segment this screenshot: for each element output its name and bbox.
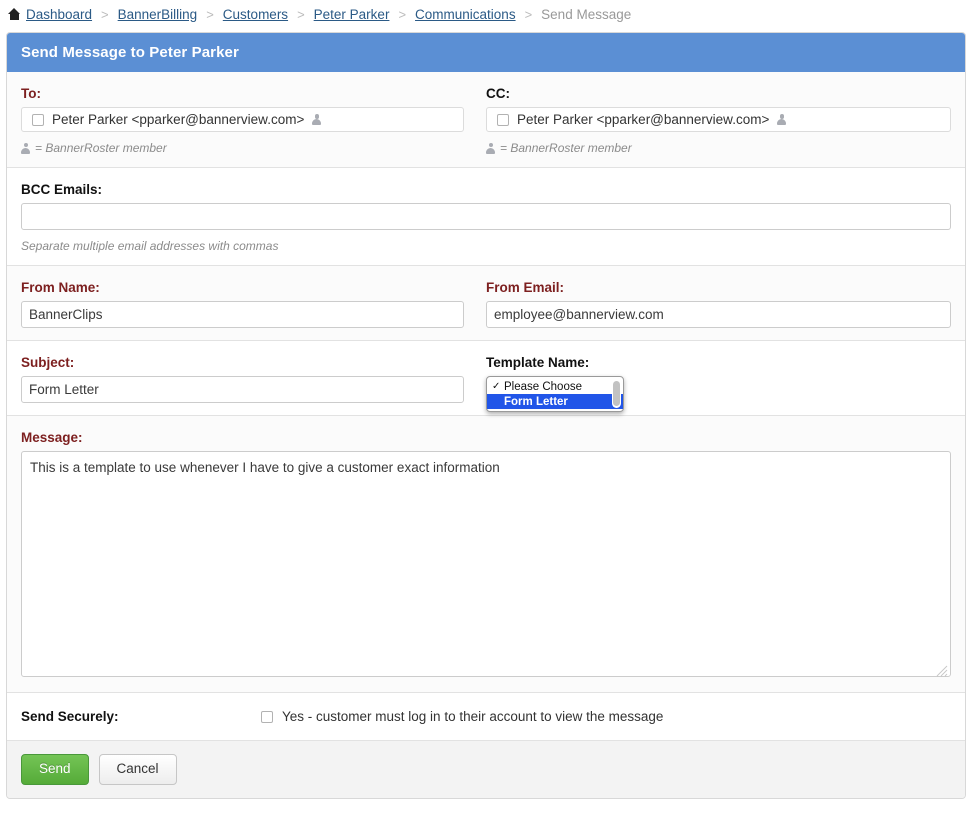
send-securely-label: Send Securely: (21, 709, 119, 724)
subject-group: Subject: (21, 355, 486, 403)
bcc-hint: Separate multiple email addresses with c… (21, 239, 279, 253)
breadcrumb-separator: > (524, 6, 533, 22)
template-name-label: Template Name: (486, 355, 590, 370)
send-securely-checkbox[interactable] (261, 710, 273, 723)
message-textarea[interactable] (21, 451, 951, 677)
check-icon: ✓ (492, 381, 501, 392)
send-securely-option-label: Yes - customer must log in to their acco… (282, 709, 664, 724)
panel-title: Send Message to Peter Parker (7, 33, 965, 72)
send-securely-row: Send Securely: Yes - customer must log i… (7, 693, 965, 741)
subject-label: Subject: (21, 355, 75, 370)
person-icon (486, 142, 495, 154)
breadcrumb-separator: > (101, 6, 109, 22)
form-actions: Send Cancel (7, 741, 965, 798)
send-securely-option[interactable]: Yes - customer must log in to their acco… (261, 709, 663, 724)
template-option-please-choose[interactable]: ✓ Please Choose (487, 379, 623, 394)
breadcrumb-item-communications[interactable]: Communications (415, 7, 516, 22)
send-button[interactable]: Send (21, 754, 89, 785)
breadcrumb-item-peter-parker[interactable]: Peter Parker (314, 7, 390, 22)
to-recipient-label: Peter Parker <pparker@bannerview.com> (52, 112, 305, 127)
breadcrumb-item-send-message: Send Message (541, 6, 632, 22)
cc-recipient-label: Peter Parker <pparker@bannerview.com> (517, 112, 770, 127)
to-label: To: (21, 86, 41, 101)
template-dropdown-menu[interactable]: ✓ Please Choose Form Letter (486, 376, 624, 412)
cc-label: CC: (486, 86, 510, 101)
template-option-label: Please Choose (504, 380, 582, 393)
cc-roster-hint: = BannerRoster member (486, 141, 951, 155)
to-recipient-checkbox[interactable] (32, 113, 44, 126)
send-message-panel: Send Message to Peter Parker To: Peter P… (6, 32, 966, 799)
from-name-input[interactable] (21, 301, 464, 328)
to-recipient-row[interactable]: Peter Parker <pparker@bannerview.com> (21, 107, 464, 132)
cc-recipient-checkbox[interactable] (497, 113, 509, 126)
subject-input[interactable] (21, 376, 464, 403)
from-section: From Name: From Email: (7, 266, 965, 341)
template-option-label: Form Letter (504, 395, 568, 408)
cc-field-group: CC: Peter Parker <pparker@bannerview.com… (486, 86, 951, 155)
message-section: Message: (7, 416, 965, 693)
person-icon (21, 142, 30, 154)
breadcrumb: Dashboard > BannerBilling > Customers > … (0, 0, 972, 28)
recipients-section: To: Peter Parker <pparker@bannerview.com… (7, 72, 965, 168)
breadcrumb-item-customers[interactable]: Customers (223, 7, 288, 22)
to-roster-hint-text: = BannerRoster member (35, 141, 167, 155)
bcc-section: BCC Emails: Separate multiple email addr… (7, 168, 965, 266)
from-email-input[interactable] (486, 301, 951, 328)
breadcrumb-separator: > (398, 6, 407, 22)
bcc-input[interactable] (21, 203, 951, 230)
cc-recipient-row[interactable]: Peter Parker <pparker@bannerview.com> (486, 107, 951, 132)
person-icon (777, 114, 787, 125)
from-name-group: From Name: (21, 280, 486, 328)
dropdown-scrollbar-thumb[interactable] (613, 381, 620, 406)
message-wrapper (21, 451, 951, 680)
home-icon (8, 8, 21, 20)
cc-roster-hint-text: = BannerRoster member (500, 141, 632, 155)
breadcrumb-item-bannerbilling[interactable]: BannerBilling (118, 7, 198, 22)
template-option-form-letter[interactable]: Form Letter (487, 394, 623, 409)
subject-template-section: Subject: Template Name: ✓ Please Choose … (7, 341, 965, 416)
bcc-label: BCC Emails: (21, 182, 103, 197)
to-field-group: To: Peter Parker <pparker@bannerview.com… (21, 86, 486, 155)
breadcrumb-separator: > (206, 6, 214, 22)
from-email-group: From Email: (486, 280, 951, 328)
cancel-button[interactable]: Cancel (98, 754, 177, 785)
from-name-label: From Name: (21, 280, 100, 295)
template-group: Template Name: ✓ Please Choose Form Lett… (486, 355, 951, 412)
breadcrumb-separator: > (297, 6, 305, 22)
breadcrumb-item-dashboard[interactable]: Dashboard (26, 7, 92, 22)
message-label: Message: (21, 430, 83, 445)
to-roster-hint: = BannerRoster member (21, 141, 464, 155)
person-icon (312, 114, 322, 125)
from-email-label: From Email: (486, 280, 565, 295)
